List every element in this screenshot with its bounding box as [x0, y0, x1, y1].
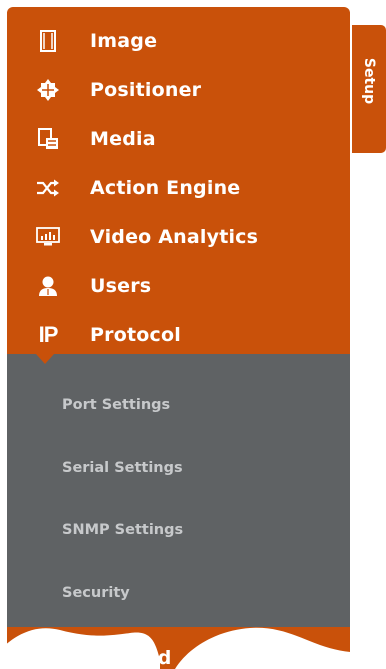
menu-item-video-analytics[interactable]: Video Analytics	[7, 212, 350, 261]
setup-tab-label: Setup	[361, 57, 377, 105]
submenu-item-label: SNMP Settings	[62, 522, 184, 538]
menu-item-media[interactable]: Media	[7, 114, 350, 163]
menu-item-positioner[interactable]: Positioner	[7, 65, 350, 114]
media-icon	[36, 127, 60, 151]
menu-item-label: Media	[90, 127, 156, 150]
menu-item-image[interactable]: Image	[7, 16, 350, 65]
setup-menu: Image Positioner Media Action Engine Vid…	[7, 7, 350, 669]
menu-item-label: Action Engine	[90, 176, 241, 199]
submenu-item-port-settings[interactable]: Port Settings	[7, 380, 350, 430]
positioner-icon	[36, 78, 60, 102]
menu-item-label: Video Analytics	[90, 225, 259, 248]
app-root: Image Positioner Media Action Engine Vid…	[0, 0, 386, 669]
menu-item-label: Protocol	[90, 323, 181, 346]
submenu-item-label: Serial Settings	[62, 460, 183, 476]
film-frame-icon	[36, 29, 60, 53]
analytics-monitor-icon	[36, 225, 60, 249]
setup-tab[interactable]: Setup	[352, 25, 386, 153]
submenu-pointer	[36, 354, 54, 364]
menu-item-partial[interactable]: ate and	[7, 627, 350, 669]
shuffle-icon	[36, 176, 60, 200]
menu-item-users[interactable]: Users	[7, 261, 350, 310]
user-icon	[36, 274, 60, 298]
submenu-item-label: Port Settings	[62, 397, 171, 413]
submenu-item-serial-settings[interactable]: Serial Settings	[7, 443, 350, 493]
menu-item-label: ate and	[90, 647, 172, 669]
menu-item-label: Users	[90, 274, 152, 297]
submenu-item-label: Security	[62, 585, 130, 601]
ip-icon-text: IP	[38, 321, 59, 347]
menu-item-protocol[interactable]: IP Protocol	[7, 310, 350, 359]
menu-item-label: Positioner	[90, 78, 202, 101]
submenu-item-security[interactable]: Security	[7, 568, 350, 618]
ip-icon: IP	[36, 321, 60, 347]
menu-item-label: Image	[90, 29, 158, 52]
menu-item-action-engine[interactable]: Action Engine	[7, 163, 350, 212]
protocol-submenu: Port Settings Serial Settings SNMP Setti…	[7, 354, 350, 627]
submenu-item-snmp-settings[interactable]: SNMP Settings	[7, 505, 350, 555]
